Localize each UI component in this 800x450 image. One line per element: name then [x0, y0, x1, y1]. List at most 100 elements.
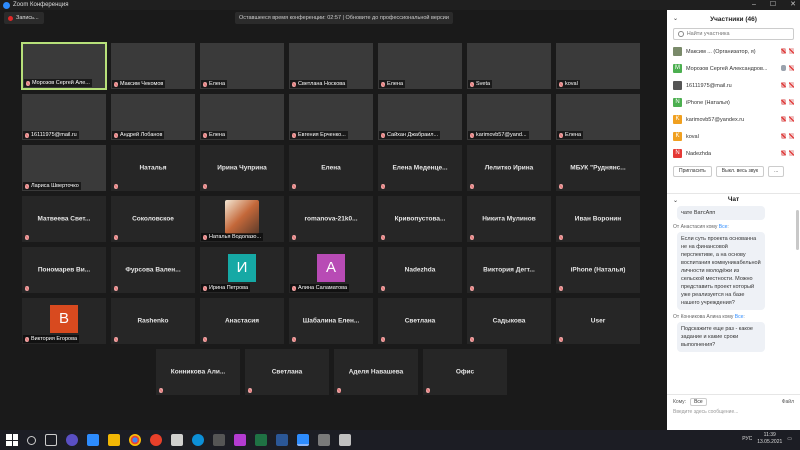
participant-tile[interactable]: Конникова Али... — [155, 348, 241, 396]
word-icon[interactable] — [276, 434, 288, 446]
app-purple-icon[interactable] — [234, 434, 246, 446]
participant-tile[interactable]: Наталья Водолазо... — [199, 195, 285, 243]
mute-all-button[interactable]: Выкл. весь звук — [715, 166, 765, 177]
camera-off-icon[interactable] — [789, 133, 794, 139]
minimize-icon[interactable]: – — [752, 0, 756, 10]
file-button[interactable]: Файл — [782, 399, 794, 405]
participant-tile[interactable]: Иван Воронин — [555, 195, 641, 243]
windows-start-icon[interactable] — [6, 434, 18, 446]
participant-row[interactable]: Максим ... (Организатор, я) — [667, 43, 800, 60]
participant-tile[interactable]: Светлана — [377, 297, 463, 345]
edge-icon[interactable] — [192, 434, 204, 446]
participant-tile[interactable]: Елена — [199, 93, 285, 141]
close-icon[interactable]: ✕ — [790, 0, 796, 10]
participant-tile[interactable]: Виктория Дегт... — [466, 246, 552, 294]
participant-tile[interactable]: Шабалина Елен... — [288, 297, 374, 345]
participant-tile[interactable]: koval — [555, 42, 641, 90]
participant-tile[interactable]: Nadezhda — [377, 246, 463, 294]
participant-row[interactable]: М Морозов Сергей Александров... — [667, 60, 800, 77]
recipient-select[interactable]: Все — [690, 398, 707, 406]
printer-icon[interactable] — [171, 434, 183, 446]
participant-search-box[interactable] — [673, 28, 794, 40]
participant-row[interactable]: NiPhone (Наталья) — [667, 94, 800, 111]
participant-tile[interactable]: Максим Чекомов — [110, 42, 196, 90]
file-explorer-icon[interactable] — [108, 434, 120, 446]
participant-tile[interactable]: Наталья — [110, 144, 196, 192]
mic-muted-icon[interactable] — [781, 116, 786, 122]
participant-row[interactable]: Kkoval — [667, 128, 800, 145]
participant-tile[interactable]: Ирина Чуприна — [199, 144, 285, 192]
participant-tile[interactable]: Аделя Навашева — [333, 348, 419, 396]
app-l-icon[interactable] — [87, 434, 99, 446]
mic-muted-icon[interactable] — [781, 48, 786, 54]
mic-muted-icon[interactable] — [781, 99, 786, 105]
participant-tile[interactable]: Сайхан Джабраил... — [377, 93, 463, 141]
notifications-icon[interactable]: ▭ — [787, 436, 792, 442]
participant-tile[interactable]: А Алина Саламатова — [288, 246, 374, 294]
chat-collapse-chevron-icon[interactable]: ⌄ — [673, 197, 678, 204]
input-language[interactable]: РУС — [742, 436, 752, 442]
participant-tile[interactable]: Лариса Шверточко — [21, 144, 107, 192]
participant-row[interactable]: Kkarimovb57@yandex.ru — [667, 111, 800, 128]
participant-tile[interactable]: Кривопустова... — [377, 195, 463, 243]
participant-tile[interactable]: iPhone (Наталья) — [555, 246, 641, 294]
search-taskbar-icon[interactable] — [27, 435, 36, 445]
camera-off-icon[interactable] — [789, 48, 794, 54]
participant-tile[interactable]: Rashenko — [110, 297, 196, 345]
app-gray-icon[interactable] — [318, 434, 330, 446]
participant-tile[interactable]: Евгения Ерченко... — [288, 93, 374, 141]
task-view-icon[interactable] — [45, 434, 57, 446]
app-circle-icon[interactable] — [66, 434, 78, 446]
camera-off-icon[interactable] — [789, 150, 794, 156]
participant-tile[interactable]: Никита Мулинов — [466, 195, 552, 243]
participant-tile[interactable]: 16111975@mail.ru — [21, 93, 107, 141]
participant-tile[interactable]: Елена — [199, 42, 285, 90]
participant-tile[interactable]: Садыкова — [466, 297, 552, 345]
maximize-icon[interactable]: ☐ — [770, 0, 776, 10]
participant-tile[interactable]: Sveta — [466, 42, 552, 90]
participant-tile[interactable]: МБУК "Руднянс... — [555, 144, 641, 192]
chrome-icon[interactable] — [129, 434, 141, 446]
camera-off-icon[interactable] — [789, 99, 794, 105]
app-light-icon[interactable] — [339, 434, 351, 446]
mic-muted-icon[interactable] — [781, 133, 786, 139]
participant-tile[interactable]: Светлана Носкова — [288, 42, 374, 90]
store-icon[interactable] — [213, 434, 225, 446]
zoom-taskbar-icon[interactable] — [297, 434, 309, 446]
collapse-chevron-icon[interactable]: ⌄ — [673, 15, 678, 22]
participant-tile[interactable]: И Ирина Петрова — [199, 246, 285, 294]
chat-scrollbar[interactable] — [796, 210, 799, 250]
time-remaining-notice[interactable]: Оставшееся время конференции: 02:57 | Об… — [235, 12, 453, 24]
chat-input[interactable]: Введите здесь сообщение... — [673, 409, 794, 415]
participant-row[interactable]: 16111975@mail.ru — [667, 77, 800, 94]
participant-tile[interactable]: Офис — [422, 348, 508, 396]
mic-icon[interactable] — [781, 65, 786, 71]
invite-button[interactable]: Пригласить — [673, 166, 712, 177]
mic-muted-icon[interactable] — [781, 150, 786, 156]
participant-tile[interactable]: Елена — [555, 93, 641, 141]
recording-button[interactable]: Запись... — [4, 12, 44, 24]
participant-tile[interactable]: romanova-21k0... — [288, 195, 374, 243]
participant-tile[interactable]: Елена — [377, 42, 463, 90]
participant-tile[interactable]: User — [555, 297, 641, 345]
participant-tile[interactable]: karimovb57@yand... — [466, 93, 552, 141]
participant-tile[interactable]: Елена Меденце... — [377, 144, 463, 192]
participant-tile[interactable]: Матвеева Свет... — [21, 195, 107, 243]
camera-off-icon[interactable] — [789, 65, 794, 71]
excel-icon[interactable] — [255, 434, 267, 446]
participant-tile[interactable]: Светлана — [244, 348, 330, 396]
participant-tile[interactable]: В Виктория Егорова — [21, 297, 107, 345]
participant-search-input[interactable] — [686, 31, 793, 37]
participant-row[interactable]: N Nadezhda — [667, 145, 800, 162]
more-button[interactable]: ... — [768, 166, 785, 177]
participant-tile[interactable]: Анастасия — [199, 297, 285, 345]
opera-icon[interactable] — [150, 434, 162, 446]
camera-off-icon[interactable] — [789, 82, 794, 88]
clock[interactable]: 11:39 13.05.2021 — [757, 432, 782, 446]
participant-tile[interactable]: Соколовское — [110, 195, 196, 243]
participant-tile[interactable]: Морозов Сергей Але... — [21, 42, 107, 90]
camera-off-icon[interactable] — [789, 116, 794, 122]
participant-tile[interactable]: Фурсова Вален... — [110, 246, 196, 294]
mic-muted-icon[interactable] — [781, 82, 786, 88]
participant-tile[interactable]: Лелитко Ирина — [466, 144, 552, 192]
